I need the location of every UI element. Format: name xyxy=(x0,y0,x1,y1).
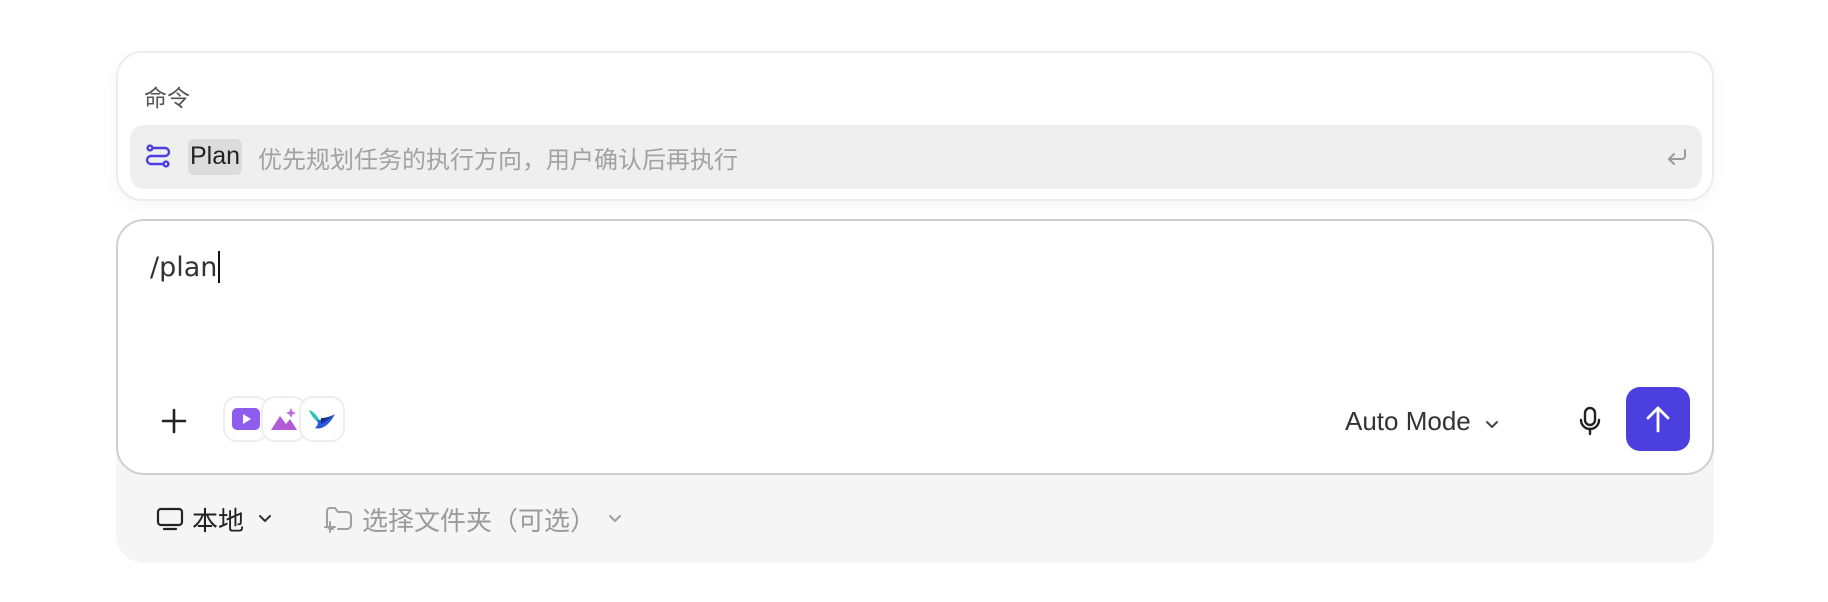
text-caret xyxy=(218,251,221,283)
bird-logo-icon xyxy=(309,410,335,429)
folder-add-icon xyxy=(324,505,354,533)
chevron-down-icon xyxy=(1485,406,1499,437)
voice-input-button[interactable] xyxy=(1570,401,1610,441)
mode-selector[interactable]: Auto Mode xyxy=(1345,403,1499,439)
bird-app-button[interactable] xyxy=(299,396,345,442)
microphone-icon xyxy=(1579,406,1601,436)
arrow-up-icon xyxy=(1646,406,1670,433)
add-attachment-button[interactable] xyxy=(154,401,194,441)
environment-selector[interactable]: 本地 xyxy=(156,501,272,538)
chevron-down-icon xyxy=(608,514,622,524)
command-menu-header: 命令 xyxy=(144,86,190,112)
environment-label: 本地 xyxy=(192,506,245,537)
send-button[interactable] xyxy=(1626,387,1690,451)
message-input[interactable]: /plan xyxy=(150,251,221,283)
composer-footer: 本地 选择文件夹（可选） xyxy=(116,495,1714,543)
message-composer: /plan Auto Mode xyxy=(116,219,1714,475)
app-shortcuts xyxy=(223,396,345,446)
enter-key-icon xyxy=(1666,148,1688,166)
chevron-down-icon xyxy=(258,514,272,524)
image-sparkle-icon xyxy=(271,408,297,430)
folder-label: 选择文件夹（可选） xyxy=(362,506,597,537)
command-item-plan[interactable]: Plan 优先规划任务的执行方向，用户确认后再执行 xyxy=(130,125,1702,189)
folder-selector[interactable]: 选择文件夹（可选） xyxy=(324,501,622,538)
plus-icon xyxy=(161,408,187,434)
command-description: 优先规划任务的执行方向，用户确认后再执行 xyxy=(258,145,739,174)
plan-flow-icon xyxy=(144,143,172,171)
mode-label: Auto Mode xyxy=(1345,405,1471,436)
composer-container: /plan Auto Mode 本地 选择文件夹（可选） xyxy=(116,219,1714,563)
message-input-value: /plan xyxy=(150,251,218,283)
video-play-icon xyxy=(232,408,260,430)
command-menu: 命令 Plan 优先规划任务的执行方向，用户确认后再执行 xyxy=(116,51,1714,201)
command-name: Plan xyxy=(188,139,243,175)
monitor-icon xyxy=(156,506,184,532)
